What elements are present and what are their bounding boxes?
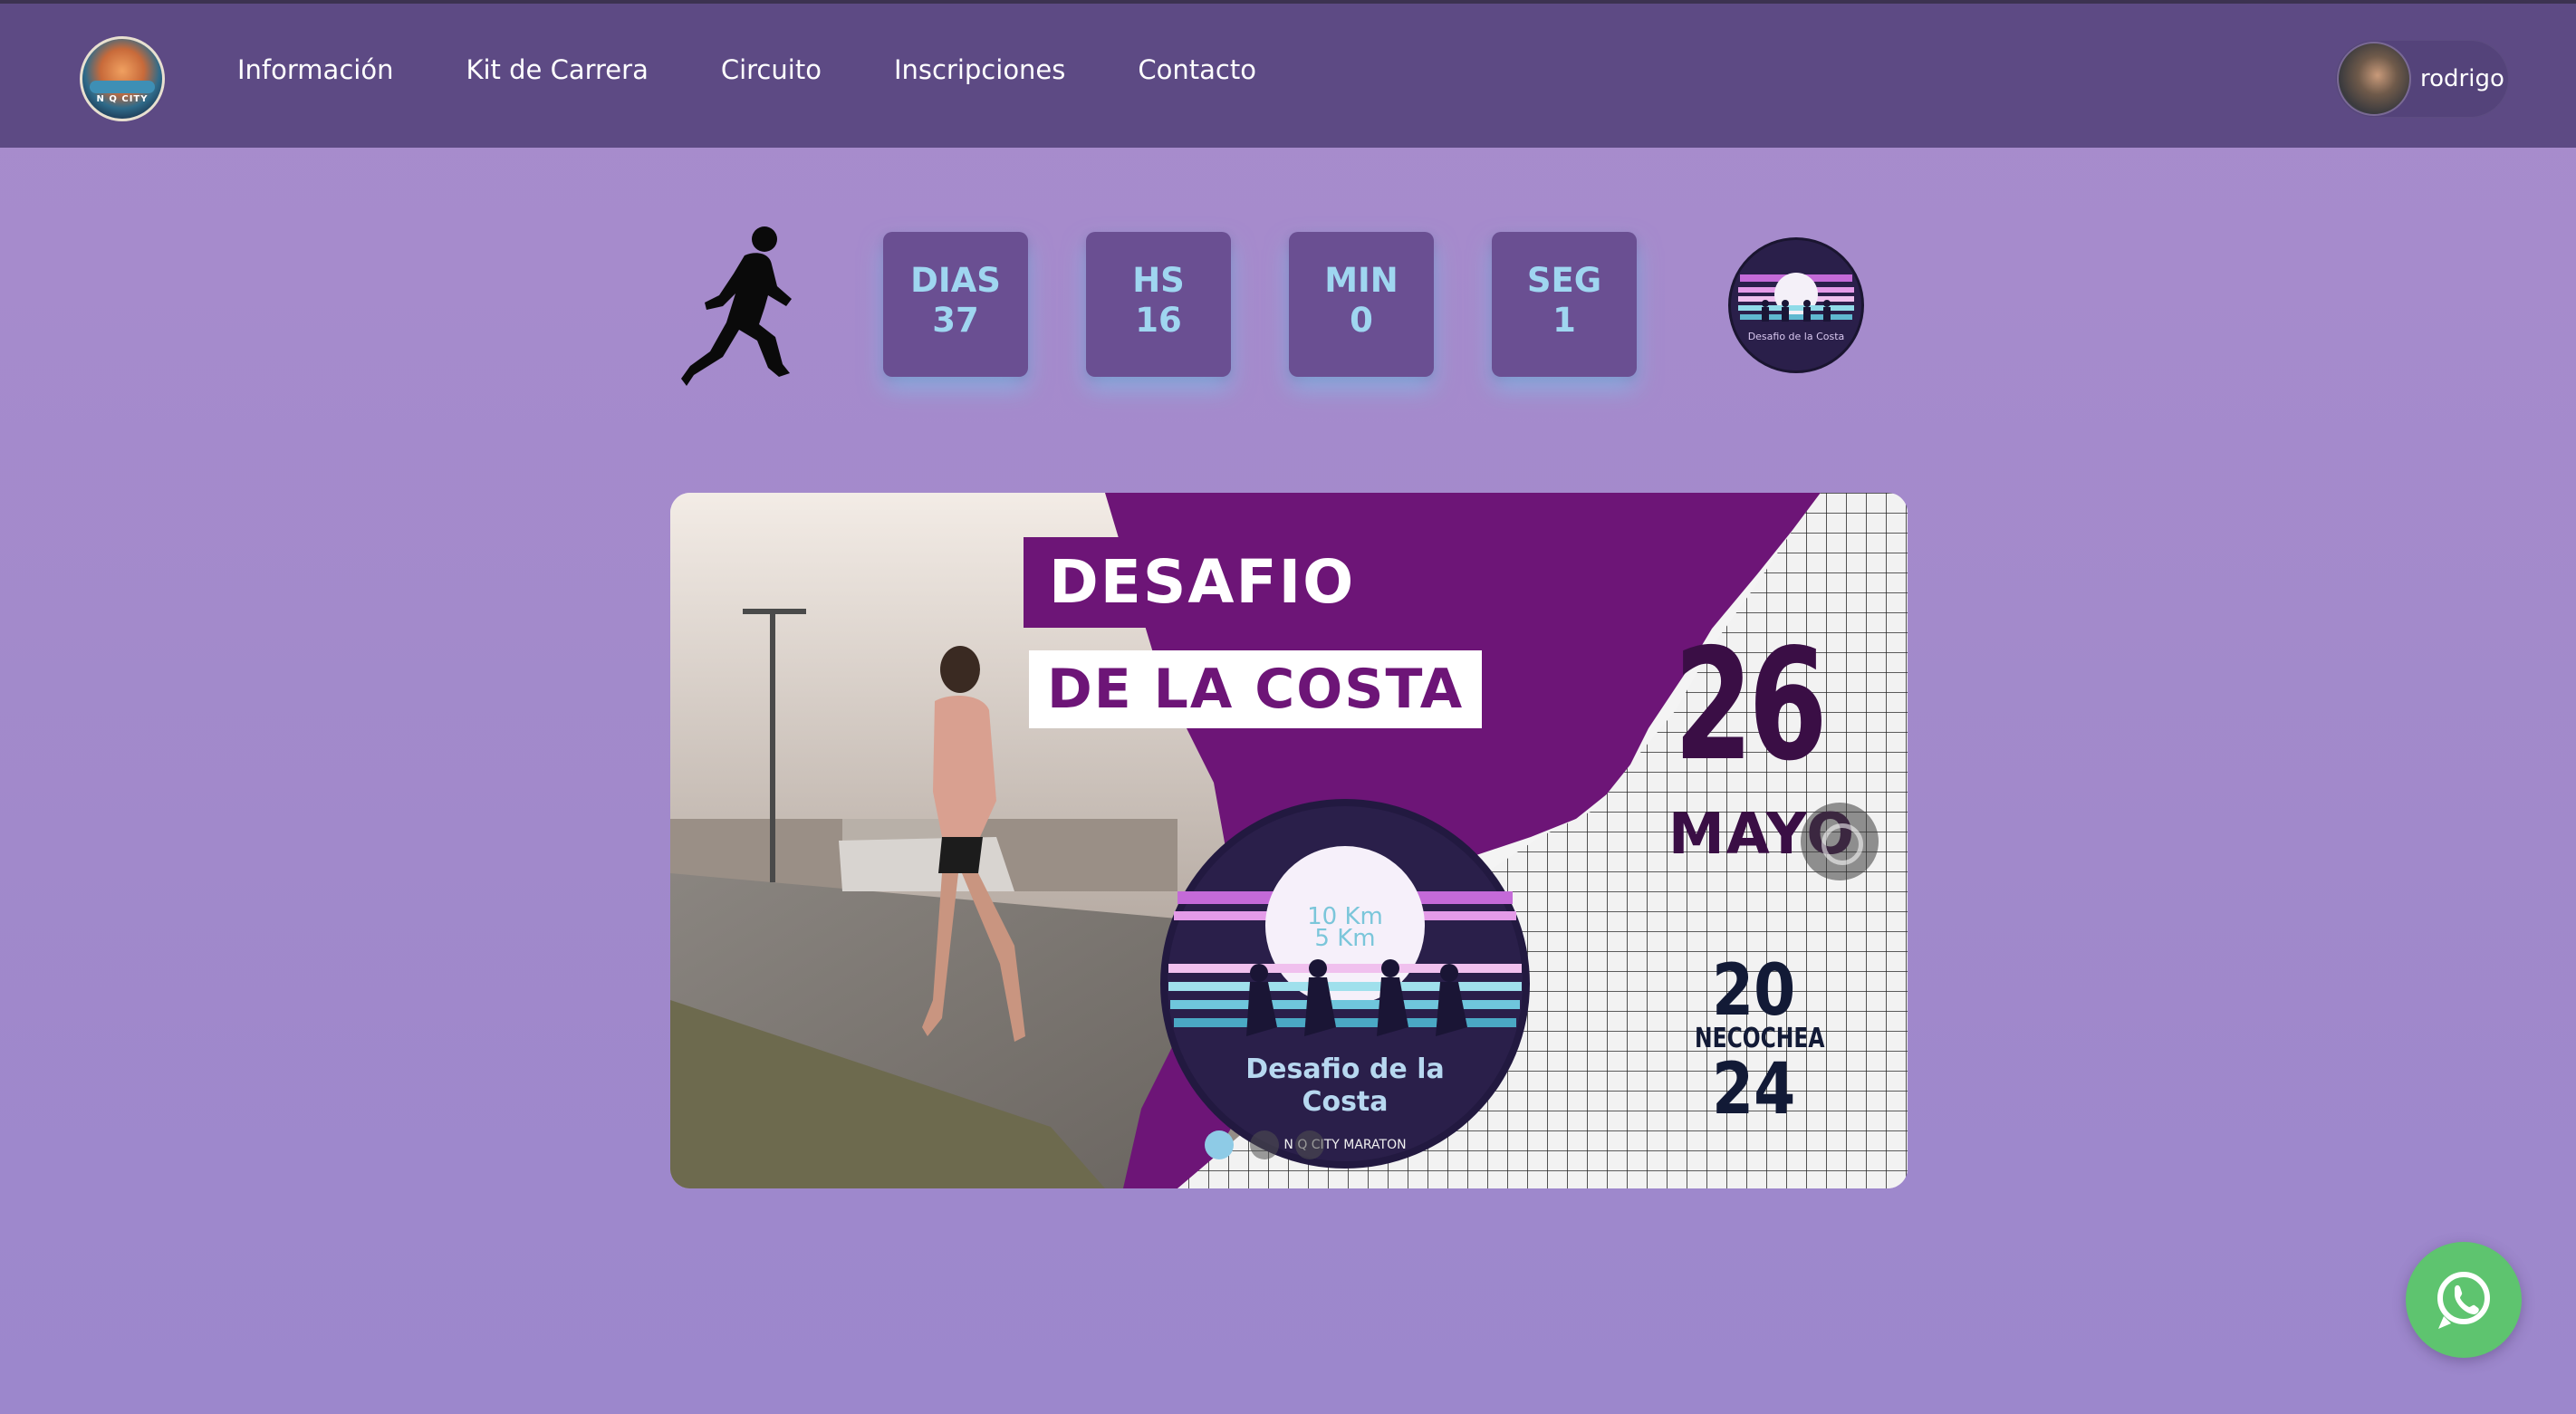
carousel-indicators [1205,1130,1324,1159]
event-banner-carousel[interactable]: 10 Km 5 Km Desafio de la Costa N Q CITY … [670,493,1908,1188]
countdown-hours-value: 16 [1135,301,1182,340]
banner-badge-name-line1: Desafio de la [1245,1053,1444,1085]
countdown-minutes-value: 0 [1350,301,1373,340]
carousel-dot-3[interactable] [1295,1130,1324,1159]
countdown-days-value: 37 [932,301,979,340]
carousel-dot-1[interactable] [1205,1130,1234,1159]
countdown-seconds-value: 1 [1552,301,1576,340]
whatsapp-icon [2437,1272,2490,1329]
banner-title-line1: DESAFIO [1024,537,1381,628]
countdown-minutes: MIN 0 [1289,232,1434,377]
nav-link-informacion[interactable]: Información [237,54,393,85]
banner-date-day: 26 [1674,616,1828,795]
nav-link-circuito[interactable]: Circuito [721,54,822,85]
nav-link-inscripciones[interactable]: Inscripciones [894,54,1065,85]
nav-link-kit-de-carrera[interactable]: Kit de Carrera [466,54,648,85]
nav-link-contacto[interactable]: Contacto [1138,54,1256,85]
avatar [2337,42,2411,116]
runner-icon [681,226,792,386]
user-name: rodrigo [2420,65,2504,92]
countdown-seconds-label: SEG [1526,261,1602,300]
nav-links: Información Kit de Carrera Circuito Insc… [237,54,1329,85]
banner-title-line2: DE LA COSTA [1029,650,1483,728]
navbar: N Q CITY Información Kit de Carrera Circ… [0,0,2576,148]
countdown-hours-label: HS [1132,261,1185,300]
banner-badge-name-line2: Costa [1302,1086,1388,1118]
event-badge-logo: Desafio de la Costa [1728,237,1864,373]
countdown-days-label: DIAS [910,261,1001,300]
site-logo[interactable]: N Q CITY [80,36,165,121]
countdown-seconds: SEG 1 [1492,232,1637,377]
banner-year-top: 20 [1712,950,1796,1032]
carousel-next-button[interactable] [1801,803,1879,880]
carousel-dot-2[interactable] [1250,1130,1279,1159]
logo-text: N Q CITY [96,94,149,104]
countdown-hours: HS 16 [1086,232,1231,377]
banner-badge-distance-5k: 5 Km [1314,925,1375,952]
user-menu-button[interactable]: rodrigo [2335,40,2509,118]
event-badge-name: Desafio de la Costa [1748,331,1845,342]
countdown-minutes-label: MIN [1324,261,1399,300]
event-badge-graphic: Desafio de la Costa [1731,240,1861,370]
countdown-days: DIAS 37 [883,232,1028,377]
logo-wave-graphic [90,81,155,93]
whatsapp-button[interactable] [2406,1242,2522,1358]
banner-year-bottom: 24 [1712,1049,1796,1130]
